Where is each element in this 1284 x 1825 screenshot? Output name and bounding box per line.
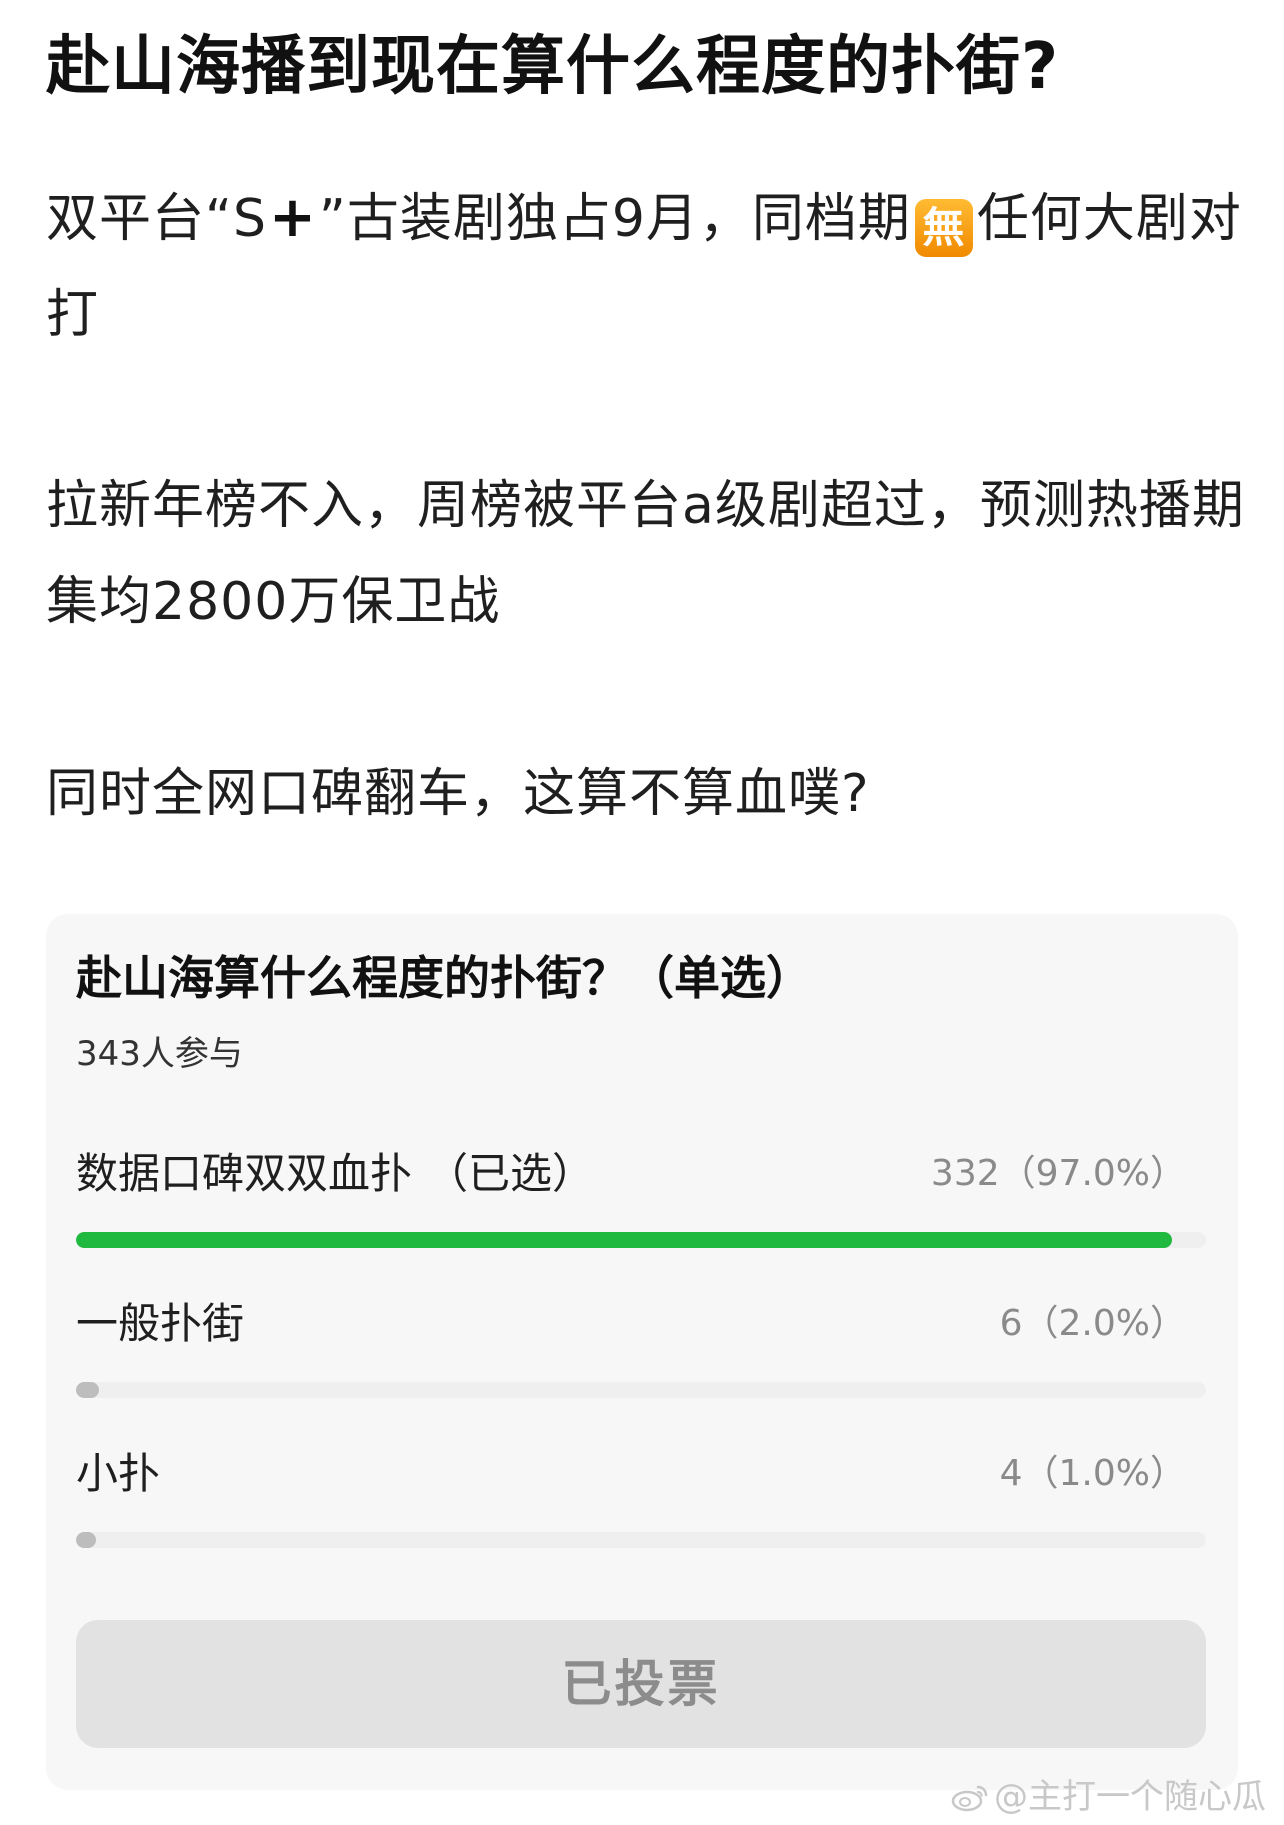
poll-option-stat: 4（1.0%）: [999, 1453, 1186, 1494]
poll-option-label: 数据口碑双双血扑 （已选）: [76, 1144, 594, 1204]
poll-card: 赴山海算什么程度的扑街？（单选） 343人参与 数据口碑双双血扑 （已选） 332…: [46, 914, 1238, 1790]
vote-button[interactable]: 已投票: [76, 1620, 1206, 1748]
poll-option-stat: 6（2.0%）: [999, 1303, 1186, 1344]
post-paragraph-2: 拉新年榜不入，周榜被平台a级剧超过，预测热播期集均2800万保卫战: [46, 476, 1245, 632]
poll-option-bar-fill: [76, 1532, 96, 1548]
poll-option-bar-track: [76, 1232, 1206, 1248]
plus-icon: +: [268, 185, 317, 250]
watermark: @主打一个随心瓜: [950, 1774, 1266, 1820]
poll-option-bar-track: [76, 1382, 1206, 1398]
poll-option-text: 一般扑街: [76, 1299, 245, 1348]
poll-option-2[interactable]: 一般扑街 6（2.0%）: [76, 1294, 1206, 1424]
post-paragraph-3: 同时全网口碑翻车，这算不算血噗?: [46, 764, 870, 824]
poll-option-text: 数据口碑双双血扑: [76, 1149, 413, 1198]
no-badge-icon: 無: [914, 199, 973, 257]
poll-title: 赴山海算什么程度的扑街？（单选）: [76, 951, 812, 1005]
para1-text-b: ”古装剧独占9月，同档期: [318, 189, 911, 249]
post-paragraph-1: 双平台“S+”古装剧独占9月，同档期無任何大剧对打: [46, 170, 1246, 363]
poll-option-1[interactable]: 数据口碑双双血扑 （已选） 332（97.0%）: [76, 1144, 1206, 1274]
poll-option-label: 小扑: [76, 1444, 160, 1504]
poll-option-bar-fill: [76, 1232, 1172, 1248]
poll-option-stat: 332（97.0%）: [930, 1153, 1186, 1194]
watermark-text: @主打一个随心瓜: [994, 1777, 1266, 1817]
para1-text-a: 双平台“S: [46, 189, 267, 249]
poll-option-label: 一般扑街: [76, 1294, 244, 1354]
poll-option-text: 小扑: [76, 1449, 161, 1498]
selected-indicator: （已选）: [426, 1149, 595, 1198]
poll-option-bar-track: [76, 1532, 1206, 1548]
post-title: 赴山海播到现在算什么程度的扑街?: [46, 30, 1060, 104]
poll-option-3[interactable]: 小扑 4（1.0%）: [76, 1444, 1206, 1574]
poll-participant-count: 343人参与: [76, 1034, 243, 1074]
poll-option-bar-fill: [76, 1382, 99, 1398]
weibo-logo-icon: [951, 1785, 988, 1812]
